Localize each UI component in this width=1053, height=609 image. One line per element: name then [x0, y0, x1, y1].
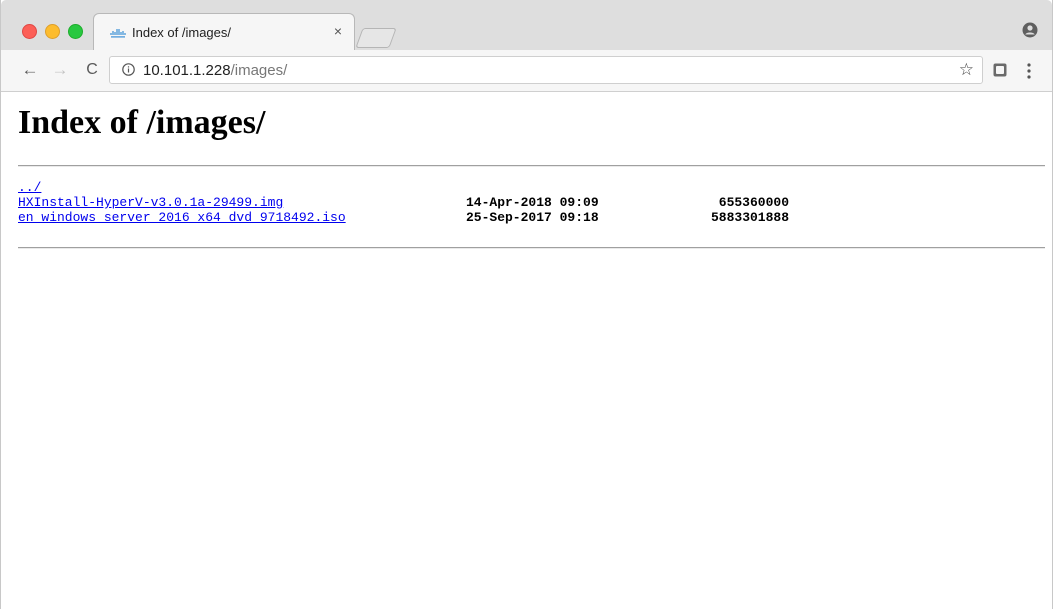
url-path: /images/ [230, 62, 288, 79]
list-item: ../ [18, 180, 346, 195]
profile-icon[interactable] [1022, 22, 1038, 38]
file-link[interactable]: HXInstall-HyperV-v3.0.1a-29499.img [18, 195, 283, 210]
url-text[interactable]: 10.101.1.228/images/ [143, 62, 287, 79]
address-bar[interactable]: 10.101.1.228/images/ ☆ [109, 56, 983, 84]
file-listing: ../ HXInstall-HyperV-v3.0.1a-29499.img 1… [18, 180, 789, 225]
new-tab-button[interactable] [355, 28, 397, 48]
file-date: 25-Sep-2017 09:18 [466, 210, 599, 225]
menu-icon[interactable] [1026, 62, 1032, 80]
url-host: 10.101.1.228 [143, 62, 231, 79]
browser-toolbar: ← → C 10.101.1.228/images/ ☆ [1, 50, 1052, 92]
tab-index-of-images[interactable]: Index of /images/ × [93, 13, 355, 50]
file-size: 655360000 [718, 195, 789, 210]
star-icon[interactable]: ☆ [959, 60, 974, 80]
extension-icon[interactable] [993, 63, 1007, 77]
info-icon[interactable] [122, 63, 135, 76]
divider [18, 247, 1045, 249]
page-title: Index of /images/ [18, 104, 266, 141]
cisco-favicon-icon [110, 29, 126, 38]
forward-button[interactable]: → [51, 61, 69, 79]
maximize-window-button[interactable] [68, 24, 83, 39]
back-button[interactable]: ← [21, 61, 39, 79]
parent-directory-link[interactable]: ../ [18, 180, 41, 195]
browser-window: Index of /images/ × ← → C 10.101.1.228/i… [0, 0, 1053, 609]
tab-title: Index of /images/ [132, 25, 231, 40]
file-size: 5883301888 [710, 210, 789, 225]
file-link[interactable]: en_windows_server_2016_x64_dvd_9718492.i… [18, 210, 346, 225]
reload-button[interactable]: C [83, 61, 101, 79]
minimize-window-button[interactable] [45, 24, 60, 39]
file-date: 14-Apr-2018 09:09 [466, 195, 599, 210]
tab-strip: Index of /images/ × [1, 0, 1052, 50]
list-item: HXInstall-HyperV-v3.0.1a-29499.img 14-Ap… [18, 195, 789, 210]
divider [18, 165, 1045, 167]
close-window-button[interactable] [22, 24, 37, 39]
tab-close-icon[interactable]: × [334, 23, 342, 39]
list-item: en_windows_server_2016_x64_dvd_9718492.i… [18, 210, 789, 225]
